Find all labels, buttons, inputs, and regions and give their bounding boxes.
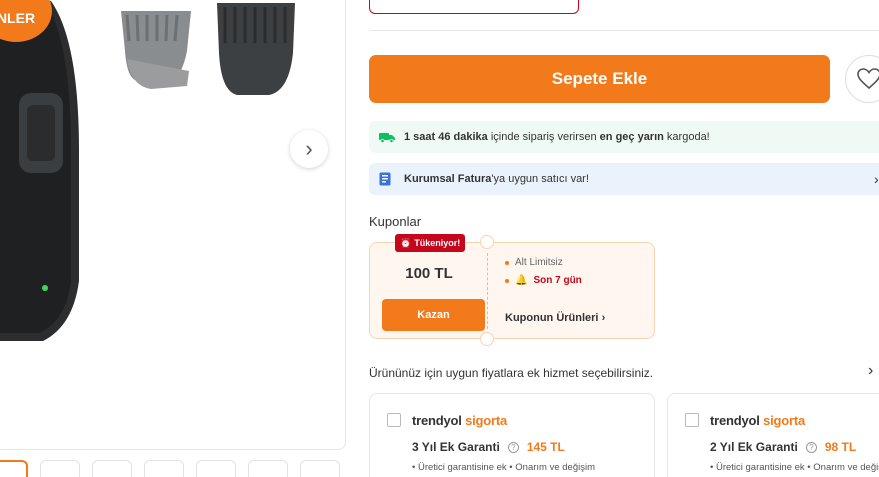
brand-name: trendyol <box>710 413 760 428</box>
coupon-amount: 100 TL <box>405 265 453 282</box>
insurance-brand: trendyol sigorta <box>412 413 507 428</box>
coupon-products-link[interactable]: Kuponun Ürünleri › <box>505 312 605 324</box>
product-image <box>0 1 295 341</box>
thumbnail[interactable] <box>40 460 80 477</box>
claim-coupon-label: Kazan <box>417 309 450 321</box>
divider <box>369 30 879 31</box>
bell-icon: 🔔 <box>515 275 528 286</box>
product-image-gallery[interactable] <box>0 0 346 450</box>
chevron-right-icon[interactable]: › <box>868 362 873 380</box>
thumbnail[interactable] <box>248 460 288 477</box>
service-plan: 2 Yıl Ek Garanti ? 98 TL <box>710 440 856 454</box>
delivery-text: 1 saat 46 dakika içinde sipariş verirsen… <box>404 131 710 143</box>
coupon-notch <box>480 332 494 346</box>
coupon-card: ⏰ Tükeniyor! 100 TL Kazan Alt Limitsiz 🔔… <box>369 234 655 346</box>
delivery-info-bar: 1 saat 46 dakika içinde sipariş verirsen… <box>369 121 879 153</box>
bullet <box>505 278 509 283</box>
invoice-icon <box>379 172 395 186</box>
campaign-badge-label: NLER <box>0 10 36 26</box>
price-box <box>369 0 579 14</box>
coupons-title: Kuponlar <box>369 214 422 229</box>
service-card[interactable]: trendyol sigorta 2 Yıl Ek Garanti ? 98 T… <box>667 393 879 477</box>
chevron-right-icon: › <box>601 312 606 324</box>
truck-icon <box>379 131 395 143</box>
clock-icon: ⏰ <box>400 237 412 248</box>
favorite-button[interactable] <box>845 55 879 103</box>
coupon-notch <box>480 235 494 249</box>
claim-coupon-button[interactable]: Kazan <box>382 299 485 331</box>
coupon-expiring-tag: ⏰ Tükeniyor! <box>395 234 466 252</box>
service-card[interactable]: trendyol sigorta 3 Yıl Ek Garanti ? 145 … <box>369 393 655 477</box>
brand-name: trendyol <box>412 413 462 428</box>
insurance-brand: trendyol sigorta <box>710 413 805 428</box>
brand-suffix: sigorta <box>465 413 508 428</box>
brand-suffix: sigorta <box>763 413 806 428</box>
delivery-time: 1 saat 46 dakika <box>404 131 488 143</box>
product-page: NLER › Sepete Ekle 1 saat 46 dakika için… <box>0 0 879 477</box>
chevron-right-icon: › <box>305 136 313 161</box>
corporate-invoice-bar[interactable]: Kurumsal Fatura'ya uygun satıcı var! › <box>369 163 879 195</box>
add-to-cart-label: Sepete Ekle <box>551 69 648 88</box>
coupon-products-label: Kuponun Ürünleri <box>505 312 599 324</box>
service-checkbox[interactable] <box>387 413 401 427</box>
thumbnail[interactable] <box>300 460 340 477</box>
thumbnail[interactable] <box>144 460 184 477</box>
coupon-condition: Alt Limitsiz <box>505 257 563 268</box>
coupon-condition: 🔔 Son 7 gün <box>505 275 582 286</box>
plan-features: • Üretici garantisine ek • Onarım ve değ… <box>412 462 595 473</box>
coupon-condition-text: Alt Limitsiz <box>515 257 563 268</box>
services-title: Ürününüz için uygun fiyatlara ek hizmet … <box>369 366 654 380</box>
delivery-eta: en geç yarın <box>599 131 664 143</box>
invoice-bold: Kurumsal Fatura <box>404 173 492 185</box>
info-icon[interactable]: ? <box>507 441 519 453</box>
plan-name: 2 Yıl Ek Garanti <box>710 440 798 454</box>
coupon-condition-text: Son 7 gün <box>533 275 582 286</box>
delivery-text-end: kargoda! <box>663 131 710 143</box>
invoice-rest: 'ya uygun satıcı var! <box>491 173 589 185</box>
thumbnail[interactable] <box>92 460 132 477</box>
invoice-text: Kurumsal Fatura'ya uygun satıcı var! <box>404 173 589 185</box>
thumbnail[interactable] <box>0 460 28 477</box>
info-icon[interactable]: ? <box>805 441 817 453</box>
delivery-text-mid: içinde sipariş verirsen <box>487 131 600 143</box>
gallery-next-button[interactable]: › <box>290 130 328 168</box>
service-plan: 3 Yıl Ek Garanti ? 145 TL <box>412 440 565 454</box>
bullet <box>505 260 509 265</box>
heart-icon <box>857 68 879 90</box>
plan-price: 145 TL <box>526 440 565 454</box>
service-checkbox[interactable] <box>685 413 699 427</box>
thumbnail-strip <box>0 460 340 477</box>
add-to-cart-button[interactable]: Sepete Ekle <box>369 55 830 103</box>
thumbnail[interactable] <box>196 460 236 477</box>
chevron-right-icon[interactable]: › <box>874 171 879 187</box>
plan-price: 98 TL <box>824 440 857 454</box>
plan-features: • Üretici garantisine ek • Onarım ve değ… <box>710 462 879 473</box>
plan-name: 3 Yıl Ek Garanti <box>412 440 500 454</box>
coupon-tag-label: Tükeniyor! <box>414 238 461 248</box>
